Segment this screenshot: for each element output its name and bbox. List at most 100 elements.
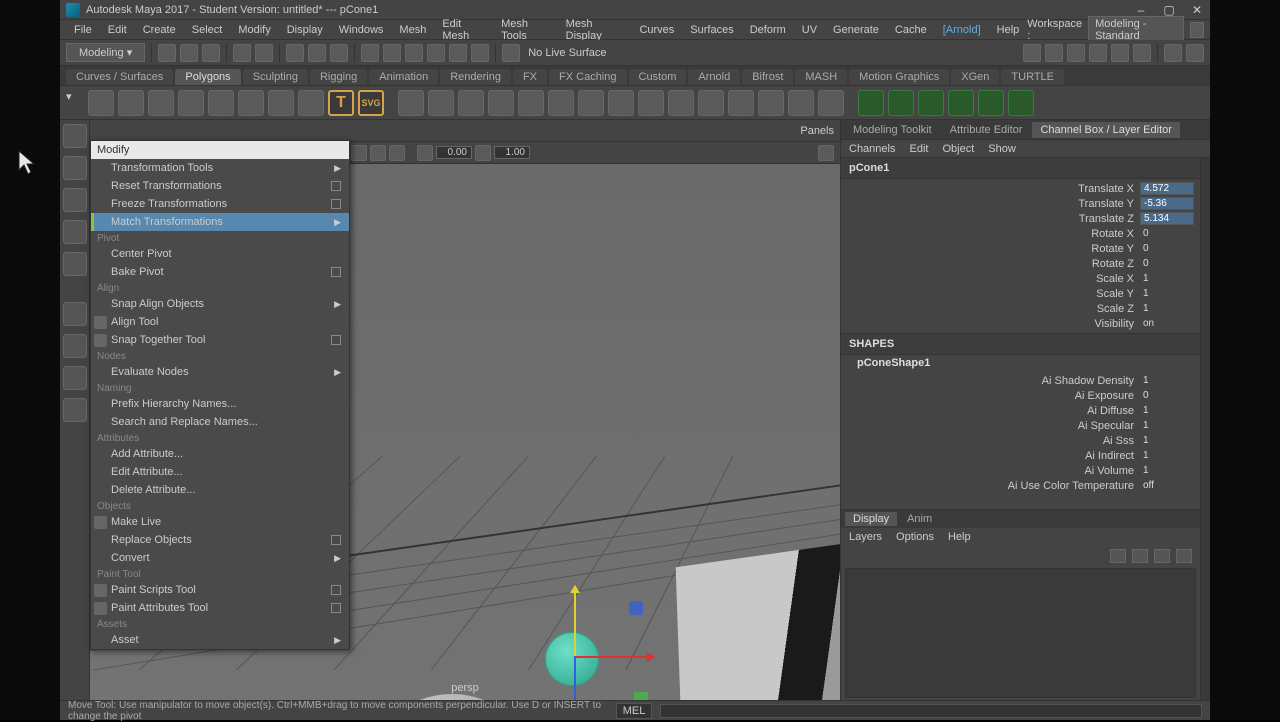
menu-help[interactable]: Help (989, 24, 1028, 36)
attr-value-scale-y[interactable]: 1 (1140, 288, 1194, 299)
option-box-icon[interactable] (331, 585, 341, 595)
platonic-icon[interactable] (398, 90, 424, 116)
open-scene-icon[interactable] (180, 44, 198, 62)
shelf-tab-curves-surfaces[interactable]: Curves / Surfaces (66, 69, 173, 85)
poly-torus-icon[interactable] (238, 90, 264, 116)
lasso-tool-icon[interactable] (308, 44, 326, 62)
panel-tab-attribute-editor[interactable]: Attribute Editor (942, 122, 1031, 138)
shelf-tab-xgen[interactable]: XGen (951, 69, 999, 85)
menu-item-bake-pivot[interactable]: Bake Pivot (91, 263, 349, 281)
menu-item-snap-together-tool[interactable]: Snap Together Tool (91, 331, 349, 349)
menu-item-snap-align-objects[interactable]: Snap Align Objects▶ (91, 295, 349, 313)
prism-icon[interactable] (548, 90, 574, 116)
menu-modify[interactable]: Modify (230, 24, 278, 36)
menu-item-freeze-transformations[interactable]: Freeze Transformations (91, 195, 349, 213)
select-tool[interactable] (63, 124, 87, 148)
shelf-tab-motion-graphics[interactable]: Motion Graphics (849, 69, 949, 85)
render-view-icon[interactable] (1133, 44, 1151, 62)
shelf-tab-rendering[interactable]: Rendering (440, 69, 511, 85)
menu-select[interactable]: Select (184, 24, 231, 36)
vp-isolate-icon[interactable] (351, 145, 367, 161)
account-icon[interactable] (1186, 44, 1204, 62)
menu-item-match-transformations[interactable]: Match Transformations▶ (91, 213, 349, 231)
soccer-icon[interactable] (518, 90, 544, 116)
shelf-tab-mash[interactable]: MASH (795, 69, 847, 85)
menu-mesh-display[interactable]: Mesh Display (558, 18, 632, 42)
render-icon[interactable] (1023, 44, 1041, 62)
attr-value-ai-exposure[interactable]: 0 (1140, 390, 1194, 401)
menu-curves[interactable]: Curves (631, 24, 682, 36)
menu-edit-mesh[interactable]: Edit Mesh (434, 18, 493, 42)
layer-tab-display[interactable]: Display (845, 512, 897, 526)
axis-x-icon[interactable] (574, 656, 654, 658)
snap-live-icon[interactable] (471, 44, 489, 62)
snap-center-icon[interactable] (427, 44, 445, 62)
panel-tab-modeling-toolkit[interactable]: Modeling Toolkit (845, 122, 940, 138)
plane-xy-icon[interactable] (634, 692, 648, 700)
poly-svg-icon[interactable]: SVG (358, 90, 384, 116)
menu-item-transformation-tools[interactable]: Transformation Tools▶ (91, 159, 349, 177)
menu-deform[interactable]: Deform (742, 24, 794, 36)
snap-curve-icon[interactable] (383, 44, 401, 62)
shelf-tab-fx[interactable]: FX (513, 69, 547, 85)
make-live-icon[interactable] (502, 44, 520, 62)
menu-item-paint-scripts-tool[interactable]: Paint Scripts Tool (91, 581, 349, 599)
panels-label[interactable]: Panels (800, 125, 834, 137)
gear-icon[interactable] (458, 90, 484, 116)
attr-value-ai-volume[interactable]: 1 (1140, 465, 1194, 476)
cb-menu-edit[interactable]: Edit (909, 143, 928, 155)
move-tool[interactable] (63, 188, 87, 212)
sculpt-pinch-icon[interactable] (978, 90, 1004, 116)
vp-exposure-field[interactable]: 0.00 (436, 146, 472, 159)
smooth-icon[interactable] (788, 90, 814, 116)
menu-windows[interactable]: Windows (331, 24, 392, 36)
attr-value-translate-x[interactable]: 4.572 (1140, 182, 1194, 195)
layer-list[interactable] (845, 568, 1196, 698)
shelf-tab-custom[interactable]: Custom (629, 69, 687, 85)
shelf-menu-icon[interactable]: ▾ (66, 90, 84, 116)
shelf-tab-arnold[interactable]: Arnold (688, 69, 740, 85)
layout-four[interactable] (63, 334, 87, 358)
vp-expose-icon[interactable] (417, 145, 433, 161)
axis-y-icon[interactable] (574, 586, 576, 656)
attr-value-rotate-x[interactable]: 0 (1140, 228, 1194, 239)
menu-item-center-pivot[interactable]: Center Pivot (91, 245, 349, 263)
combine-icon[interactable] (578, 90, 604, 116)
menu-display[interactable]: Display (279, 24, 331, 36)
layer-menu-help[interactable]: Help (948, 531, 971, 543)
menu-item-add-attribute[interactable]: Add Attribute... (91, 445, 349, 463)
menu-item-paint-attributes-tool[interactable]: Paint Attributes Tool (91, 599, 349, 617)
menu-item-make-live[interactable]: Make Live (91, 513, 349, 531)
snap-view-icon[interactable] (449, 44, 467, 62)
attr-value-ai-sss[interactable]: 1 (1140, 435, 1194, 446)
cb-menu-show[interactable]: Show (988, 143, 1016, 155)
option-box-icon[interactable] (331, 181, 341, 191)
poly-cylinder-icon[interactable] (148, 90, 174, 116)
panel-layout-icon[interactable] (1164, 44, 1182, 62)
sculpt-grab-icon[interactable] (948, 90, 974, 116)
menu-item-evaluate-nodes[interactable]: Evaluate Nodes▶ (91, 363, 349, 381)
poly-pyramid-icon[interactable] (268, 90, 294, 116)
menu-mesh-tools[interactable]: Mesh Tools (493, 18, 558, 42)
shelf-tab-sculpting[interactable]: Sculpting (243, 69, 308, 85)
vp-gamma-icon[interactable] (475, 145, 491, 161)
vp-joint-xray-icon[interactable] (389, 145, 405, 161)
select-tool-icon[interactable] (286, 44, 304, 62)
mirror-icon[interactable] (818, 90, 844, 116)
helix-icon[interactable] (488, 90, 514, 116)
menu-generate[interactable]: Generate (825, 24, 887, 36)
command-line-input[interactable] (660, 704, 1202, 718)
vp-gamma-field[interactable]: 1.00 (494, 146, 530, 159)
sculpt-smooth-icon[interactable] (888, 90, 914, 116)
render-settings-icon[interactable] (1067, 44, 1085, 62)
new-scene-icon[interactable] (158, 44, 176, 62)
option-box-icon[interactable] (331, 199, 341, 209)
layout-single[interactable] (63, 302, 87, 326)
poly-cube-icon[interactable] (118, 90, 144, 116)
option-box-icon[interactable] (331, 335, 341, 345)
vp-xray-icon[interactable] (370, 145, 386, 161)
attr-value-ai-shadow-density[interactable]: 1 (1140, 375, 1194, 386)
cb-menu-object[interactable]: Object (942, 143, 974, 155)
menu-item-delete-attribute[interactable]: Delete Attribute... (91, 481, 349, 499)
shelf-tab-turtle[interactable]: TURTLE (1001, 69, 1064, 85)
